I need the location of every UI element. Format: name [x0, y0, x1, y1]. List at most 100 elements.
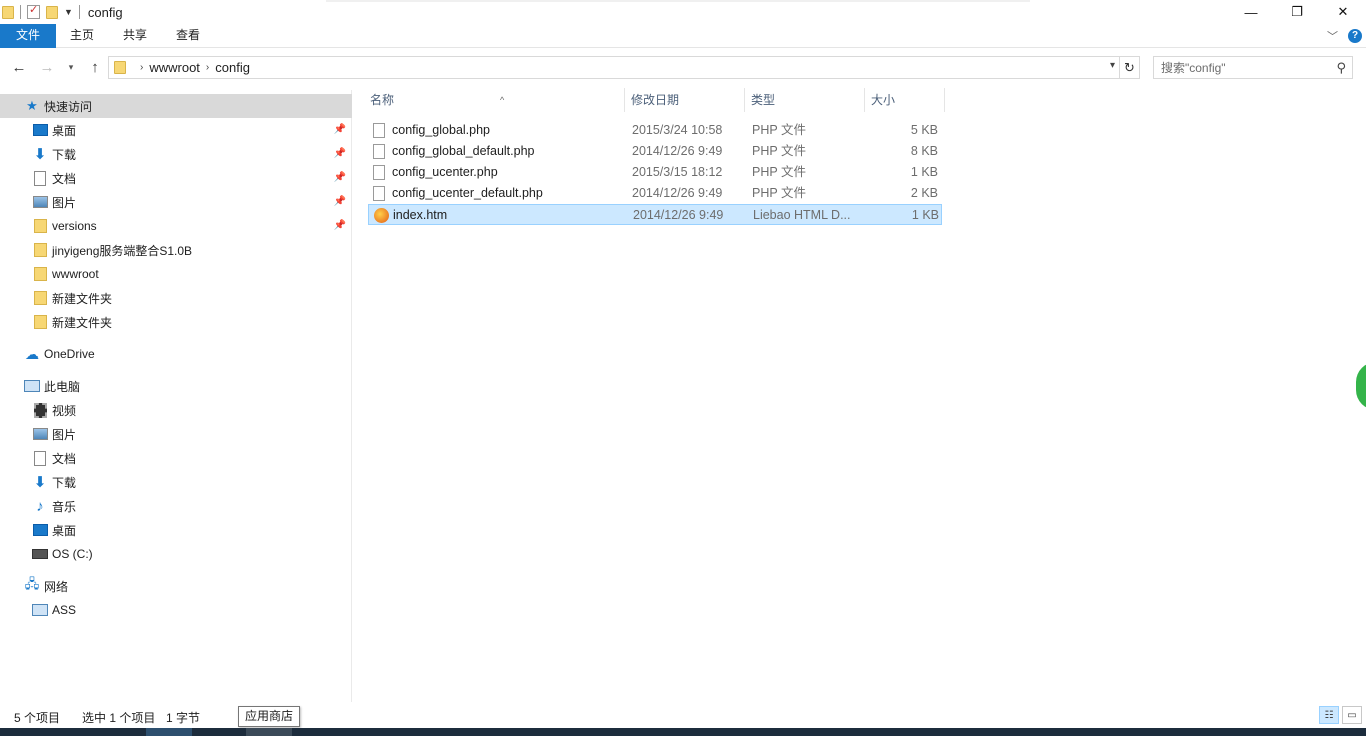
sidebar-item-label: 视频 — [52, 403, 77, 418]
chevron-down-icon[interactable]: ﹀ — [1327, 28, 1338, 44]
pin-icon[interactable]: 📌 — [334, 148, 346, 159]
column-header-date[interactable]: 修改日期 — [625, 88, 745, 112]
document-icon — [32, 170, 48, 186]
sidebar-item-label: 图片 — [52, 427, 77, 442]
sidebar-item-downloads[interactable]: ⬇ 下载 📌 — [0, 142, 352, 166]
title-drag-area — [326, 0, 1030, 2]
file-size: 5 KB — [910, 123, 938, 137]
pin-icon[interactable]: 📌 — [334, 196, 346, 207]
tab-file[interactable]: 文件 — [0, 24, 56, 48]
close-button[interactable]: ✕ — [1320, 0, 1366, 24]
window-title: config — [87, 4, 123, 20]
search-input[interactable]: 搜索"config" ⚲ — [1153, 56, 1353, 79]
sidebar-item-label: 网络 — [44, 579, 69, 594]
sidebar-item-music[interactable]: ♪ 音乐 — [0, 494, 352, 518]
selected-count: 选中 1 个项目 — [82, 711, 156, 725]
properties-icon[interactable] — [27, 3, 40, 19]
sidebar-item-wwwroot[interactable]: wwwroot — [0, 262, 352, 286]
large-icons-view-button[interactable]: ▭ — [1342, 706, 1362, 724]
file-row[interactable]: config_ucenter_default.php 2014/12/26 9:… — [368, 183, 942, 204]
breadcrumb-config[interactable]: config — [215, 60, 250, 75]
column-header-name[interactable]: 名称 ^ — [364, 88, 625, 112]
sidebar-item-network[interactable]: 🖧 网络 — [0, 574, 352, 598]
help-icon[interactable]: ? — [1348, 29, 1362, 43]
status-bar: 5 个项目 选中 1 个项目 1 字节 应用商店 ☷ ▭ — [0, 702, 1366, 728]
file-icon — [373, 123, 385, 138]
sidebar-item-new-folder-2[interactable]: 新建文件夹 — [0, 310, 352, 334]
recent-locations-button[interactable]: ▾ — [64, 56, 78, 78]
file-row[interactable]: config_global.php 2015/3/24 10:58 PHP 文件… — [368, 120, 942, 141]
new-folder-icon[interactable] — [46, 5, 58, 19]
pin-icon[interactable]: 📌 — [334, 172, 346, 183]
sidebar-item-documents[interactable]: 文档 📌 — [0, 166, 352, 190]
sidebar-item-label: jinyigeng服务端整合S1.0B — [52, 243, 193, 258]
sidebar-item-new-folder[interactable]: 新建文件夹 — [0, 286, 352, 310]
folder-icon — [2, 5, 14, 19]
file-icon — [373, 186, 385, 201]
file-list: 名称 ^ 修改日期 类型 大小 config_global.php 2015/3… — [353, 82, 1366, 702]
file-row[interactable]: config_ucenter.php 2015/3/15 18:12 PHP 文… — [368, 162, 942, 183]
chevron-right-icon[interactable]: › — [140, 62, 143, 73]
back-button[interactable]: ← — [8, 56, 30, 78]
forward-button[interactable]: → — [36, 56, 58, 78]
details-view-button[interactable]: ☷ — [1319, 706, 1339, 724]
desktop-icon — [32, 122, 48, 138]
sidebar-item-ass[interactable]: ASS — [0, 598, 352, 622]
computer-icon — [32, 602, 48, 618]
taskbar — [0, 728, 1366, 736]
refresh-button[interactable]: ↻ — [1120, 56, 1140, 79]
sidebar-item-jinyigeng[interactable]: jinyigeng服务端整合S1.0B — [0, 238, 352, 262]
sidebar-item-onedrive[interactable]: ☁ OneDrive — [0, 342, 352, 366]
address-bar[interactable]: › wwwroot › config ▾ — [108, 56, 1120, 79]
folder-icon — [32, 266, 48, 282]
toolbar-divider — [78, 5, 80, 19]
window-controls: — ❐ ✕ — [1228, 0, 1366, 24]
column-header-label: 大小 — [871, 93, 896, 107]
file-row-selected[interactable]: index.htm 2014/12/26 9:49 Liebao HTML D.… — [368, 204, 942, 225]
file-type: Liebao HTML D... — [753, 208, 851, 222]
column-header-type[interactable]: 类型 — [745, 88, 865, 112]
sidebar-item-label: 下载 — [52, 475, 77, 490]
sidebar-item-pc-pictures[interactable]: 图片 — [0, 422, 352, 446]
tab-home[interactable]: 主页 — [58, 24, 106, 48]
customize-toolbar-icon[interactable]: ▼ — [64, 7, 73, 17]
sidebar-item-label: 桌面 — [52, 123, 77, 138]
sidebar-item-quick-access[interactable]: ★ 快速访问 — [0, 94, 352, 118]
file-row[interactable]: config_global_default.php 2014/12/26 9:4… — [368, 141, 942, 162]
sidebar-item-pictures[interactable]: 图片 📌 — [0, 190, 352, 214]
sidebar-item-label: 桌面 — [52, 523, 77, 538]
sidebar-item-this-pc[interactable]: 此电脑 — [0, 374, 352, 398]
tab-view[interactable]: 查看 — [164, 24, 212, 48]
sidebar-item-os-drive[interactable]: OS (C:) — [0, 542, 352, 566]
sidebar-item-label: ASS — [52, 603, 77, 617]
taskbar-button[interactable] — [146, 728, 192, 736]
chevron-right-icon[interactable]: › — [206, 62, 209, 73]
picture-icon — [32, 426, 48, 442]
address-dropdown-icon[interactable]: ▾ — [1110, 60, 1115, 71]
pin-icon[interactable]: 📌 — [334, 220, 346, 231]
restore-button[interactable]: ❐ — [1274, 0, 1320, 24]
desktop-icon — [32, 522, 48, 538]
minimize-button[interactable]: — — [1228, 0, 1274, 24]
sidebar-item-pc-downloads[interactable]: ⬇ 下载 — [0, 470, 352, 494]
sidebar-item-label: 快速访问 — [44, 99, 93, 114]
sidebar-item-desktop[interactable]: 桌面 📌 — [0, 118, 352, 142]
sidebar-item-label: 音乐 — [52, 499, 77, 514]
sidebar-item-label: 新建文件夹 — [52, 291, 113, 306]
drive-icon — [32, 546, 48, 562]
folder-icon — [32, 242, 48, 258]
tab-share[interactable]: 共享 — [111, 24, 159, 48]
up-button[interactable]: ↑ — [84, 56, 106, 78]
column-header-label: 名称 — [370, 93, 395, 107]
sidebar-item-pc-desktop[interactable]: 桌面 — [0, 518, 352, 542]
taskbar-button[interactable] — [246, 728, 292, 736]
sidebar-item-versions[interactable]: versions 📌 — [0, 214, 352, 238]
sidebar-item-videos[interactable]: 视频 — [0, 398, 352, 422]
breadcrumb-wwwroot[interactable]: wwwroot — [149, 60, 200, 75]
search-icon[interactable]: ⚲ — [1336, 60, 1346, 76]
pin-icon[interactable]: 📌 — [334, 124, 346, 135]
browser-file-icon — [374, 208, 389, 223]
sidebar-item-pc-documents[interactable]: 文档 — [0, 446, 352, 470]
file-name: config_global_default.php — [392, 144, 535, 158]
column-header-size[interactable]: 大小 — [865, 88, 945, 112]
